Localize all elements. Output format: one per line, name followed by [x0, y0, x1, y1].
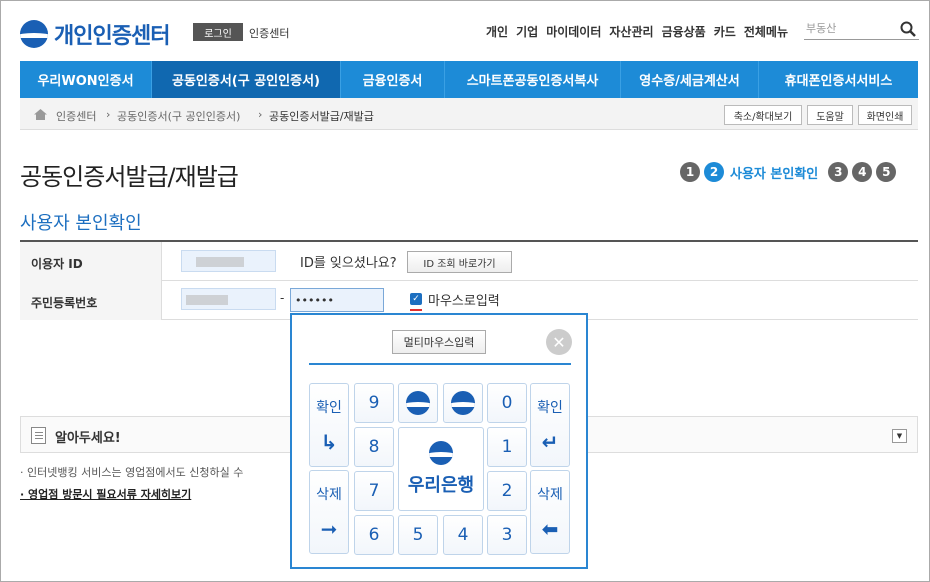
key-2[interactable]: 2 — [487, 471, 527, 511]
help-button[interactable]: 도움말 — [807, 105, 853, 125]
key-8[interactable]: 8 — [354, 427, 394, 467]
delete-key-left[interactable]: 삭제 ➞ — [309, 470, 349, 554]
breadcrumb-item[interactable]: 인증센터 — [56, 108, 96, 124]
step-2: 2 — [704, 162, 724, 182]
user-id-label: 이용자 ID — [20, 242, 162, 281]
key-3[interactable]: 3 — [487, 515, 527, 555]
nav-mobile-cert[interactable]: 휴대폰인증서서비스 — [759, 61, 918, 98]
certificate-center-link[interactable]: 인증센터 — [249, 25, 289, 41]
woori-logo-icon — [429, 441, 453, 465]
woori-bank-key: 우리은행 — [398, 427, 484, 511]
top-menu: 개인 기업 마이데이터 자산관리 금융상품 카드 전체메뉴 — [486, 23, 788, 40]
step-active-label: 사용자 본인확인 — [730, 166, 819, 182]
chevron-down-icon[interactable]: ▼ — [892, 429, 907, 443]
nav-smartphone-copy[interactable]: 스마트폰공동인증서복사 — [445, 61, 621, 98]
user-id-input[interactable] — [181, 250, 276, 272]
id-lookup-button[interactable]: ID 조회 바로가기 — [407, 251, 512, 273]
nav-joint-cert[interactable]: 공동인증서(구 공인인증서) — [152, 61, 341, 98]
rrn-dash: - — [280, 291, 285, 305]
nav-woori-won-cert[interactable]: 우리WON인증서 — [20, 61, 152, 98]
key-4[interactable]: 4 — [443, 515, 483, 555]
main-nav: 우리WON인증서 공동인증서(구 공인인증서) 금융인증서 스마트폰공동인증서복… — [20, 61, 918, 98]
enter-arrow-icon: ↳ — [320, 429, 338, 454]
top-menu-card[interactable]: 카드 — [714, 23, 736, 40]
page-title: 공동인증서발급/재발급 — [20, 163, 239, 191]
identity-form: 이용자 ID ID를 잊으셨나요? ID 조회 바로가기 주민등록번호 - ••… — [20, 240, 918, 320]
top-menu-all[interactable]: 전체메뉴 — [744, 23, 788, 40]
key-6[interactable]: 6 — [354, 515, 394, 555]
top-menu-products[interactable]: 금융상품 — [662, 23, 706, 40]
arrow-right-icon: ➞ — [320, 516, 338, 541]
multi-mouse-input-button[interactable]: 멀티마우스입력 — [392, 330, 486, 354]
rrn-front-input[interactable] — [181, 288, 276, 310]
keypad-divider — [309, 363, 571, 365]
step-indicator: 1 2 사용자 본인확인 3 4 5 — [680, 162, 897, 182]
form-row-user-id: 이용자 ID ID를 잊으셨나요? ID 조회 바로가기 — [20, 242, 918, 281]
breadcrumb-item[interactable]: 공동인증서(구 공인인증서) — [117, 108, 240, 124]
checkbox-underline — [410, 309, 422, 311]
login-button[interactable]: 로그인 — [193, 23, 243, 41]
breadcrumb-current: 공동인증서발급/재발급 — [269, 110, 374, 123]
woori-logo-icon — [20, 20, 48, 48]
key-1[interactable]: 1 — [487, 427, 527, 467]
delete-key-right[interactable]: 삭제 ⬅ — [530, 470, 570, 554]
confirm-key-left[interactable]: 확인 ↳ — [309, 383, 349, 467]
top-menu-mydata[interactable]: 마이데이터 — [546, 23, 601, 40]
virtual-keypad: 멀티마우스입력 ✕ 확인 ↳ 삭제 ➞ 확인 ↵ 삭제 ⬅ 9 0 8 우리은행… — [290, 313, 588, 569]
notice-title: 알아두세요! — [55, 431, 121, 446]
rrn-back-input[interactable]: •••••• — [290, 288, 384, 312]
step-3: 3 — [828, 162, 849, 182]
step-1: 1 — [680, 162, 700, 182]
print-button[interactable]: 화면인쇄 — [858, 105, 912, 125]
mouse-input-checkbox[interactable]: ✓ — [410, 293, 422, 305]
required-documents-link[interactable]: · 영업점 방문시 필요서류 자세히보기 — [20, 486, 191, 502]
forgot-id-text: ID를 잊으셨나요? — [300, 256, 397, 271]
key-5[interactable]: 5 — [398, 515, 438, 555]
key-7[interactable]: 7 — [354, 471, 394, 511]
bank-name: 우리은행 — [407, 475, 475, 496]
logo-text: 개인인증센터 — [54, 24, 170, 49]
nav-receipt-tax[interactable]: 영수증/세금계산서 — [621, 61, 759, 98]
top-menu-personal[interactable]: 개인 — [486, 23, 508, 40]
top-menu-business[interactable]: 기업 — [516, 23, 538, 40]
key-0[interactable]: 0 — [487, 383, 527, 423]
enter-arrow-icon: ↵ — [541, 429, 559, 454]
top-menu-asset[interactable]: 자산관리 — [609, 23, 653, 40]
section-title: 사용자 본인확인 — [20, 213, 142, 234]
mouse-input-label[interactable]: 마우스로입력 — [428, 290, 500, 309]
arrow-left-icon: ⬅ — [541, 516, 559, 541]
step-5: 5 — [876, 162, 897, 182]
woori-logo-icon — [451, 391, 475, 415]
woori-logo-icon — [406, 391, 430, 415]
step-4: 4 — [852, 162, 873, 182]
home-icon[interactable] — [34, 109, 47, 120]
breadcrumb: 인증센터 › 공동인증서(구 공인인증서) › 공동인증서발급/재발급 축소/확… — [20, 98, 918, 130]
zoom-button[interactable]: 축소/확대보기 — [724, 105, 802, 125]
confirm-key-right[interactable]: 확인 ↵ — [530, 383, 570, 467]
document-icon — [31, 427, 46, 444]
blank-key[interactable] — [443, 383, 483, 423]
blank-key[interactable] — [398, 383, 438, 423]
key-9[interactable]: 9 — [354, 383, 394, 423]
notice-bullet: · 인터넷뱅킹 서비스는 영업점에서도 신청하실 수 — [20, 466, 244, 479]
close-icon[interactable]: ✕ — [546, 329, 572, 355]
site-logo[interactable]: 개인인증센터 — [20, 18, 170, 50]
rrn-label: 주민등록번호 — [20, 281, 162, 320]
nav-financial-cert[interactable]: 금융인증서 — [341, 61, 445, 98]
search-icon[interactable] — [900, 21, 916, 37]
